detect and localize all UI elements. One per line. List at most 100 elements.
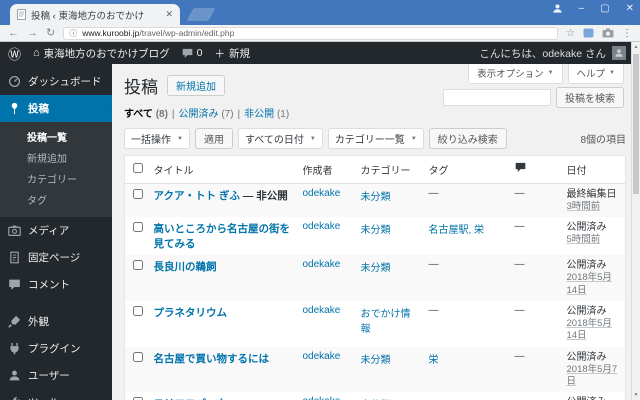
post-title-link[interactable]: アクア・トト ぎふ [154, 190, 240, 202]
author-link[interactable]: odekake [303, 351, 341, 362]
adminbar-comments-link[interactable]: 0 [182, 47, 203, 59]
author-link[interactable]: odekake [303, 305, 341, 316]
column-header-title[interactable]: タイトル [148, 155, 298, 184]
column-header-date[interactable]: 日付 [561, 155, 626, 184]
row-checkbox[interactable] [133, 260, 143, 271]
browser-menu-icon[interactable]: ⋮ [622, 28, 632, 39]
post-title-cell: 名古屋で買い物するには [149, 347, 298, 393]
media-camera-icon [8, 225, 21, 236]
category-link[interactable]: 未分類 [361, 355, 391, 366]
pushpin-icon [11, 102, 18, 115]
adminbar-new-link[interactable]: ＋ 新規 [215, 46, 251, 61]
back-icon[interactable]: ← [8, 27, 19, 39]
category-link[interactable]: 未分類 [361, 263, 391, 274]
forward-icon[interactable]: → [27, 27, 38, 39]
window-minimize-button[interactable]: – [579, 3, 585, 14]
wp-logo-icon[interactable]: Ⓦ [8, 44, 21, 63]
post-title-link[interactable]: 長良川の鵜飼 [154, 261, 217, 273]
view-published-link[interactable]: 公開済み (7) [179, 109, 234, 120]
author-cell: odekake [298, 347, 356, 393]
plugins-icon [10, 342, 19, 355]
row-checkbox[interactable] [133, 306, 143, 317]
date-cell: 公開済み 5時間前 [562, 217, 626, 255]
new-tab-button[interactable] [186, 8, 216, 21]
view-private-link[interactable]: 非公開 (1) [244, 109, 289, 120]
scroll-up-icon[interactable]: ▲ [632, 44, 640, 50]
sidebar-item-dashboard[interactable]: ダッシュボード [0, 68, 112, 95]
post-title-link[interactable]: 高いところから名古屋の街を見てみる [154, 223, 291, 250]
window-close-button[interactable]: ✕ [626, 3, 634, 14]
column-header-tags: タグ [423, 155, 510, 184]
sidebar-item-users[interactable]: ユーザー [0, 362, 112, 389]
address-bar[interactable]: ⓘ www.kuroobi.jp/travel/wp-admin/edit.ph… [63, 26, 559, 40]
sidebar-item-pages[interactable]: 固定ページ [0, 244, 112, 271]
search-input[interactable] [443, 89, 551, 106]
post-title-cell: プラネタリウム [149, 301, 298, 347]
search-posts-button[interactable]: 投稿を検索 [556, 87, 624, 108]
site-name-link[interactable]: ⌂ 東海地方のおでかけブログ [33, 46, 170, 61]
row-checkbox[interactable] [133, 351, 143, 362]
comments-cell: — [510, 347, 562, 393]
category-filter-select[interactable]: カテゴリー一覧 ▼ [327, 128, 424, 149]
scrollbar-thumb[interactable] [633, 54, 639, 194]
author-link[interactable]: odekake [303, 188, 341, 199]
filter-button[interactable]: 絞り込み検索 [428, 128, 507, 149]
extension-icon[interactable] [583, 28, 594, 38]
pages-icon [10, 251, 19, 264]
howdy-greeting[interactable]: こんにちは、odekake さん [479, 46, 606, 61]
author-cell: odekake [298, 301, 356, 347]
submenu-add-new[interactable]: 新規追加 [0, 147, 112, 168]
submenu-all-posts[interactable]: 投稿一覧 [0, 126, 112, 147]
select-all-checkbox[interactable] [133, 163, 143, 173]
browser-profile-icon[interactable] [552, 3, 563, 14]
category-link[interactable]: おでかけ情報 [361, 309, 411, 335]
sidebar-item-comments[interactable]: コメント [0, 271, 112, 298]
row-checkbox[interactable] [133, 222, 143, 233]
submenu-tags[interactable]: タグ [0, 189, 112, 210]
author-link[interactable]: odekake [303, 396, 341, 400]
bulk-actions-select[interactable]: 一括操作 ▼ [124, 128, 190, 149]
date-status: 公開済み [566, 222, 607, 234]
tag-link[interactable]: 名古屋駅, 栄 [429, 225, 485, 236]
tags-cell: — [424, 392, 510, 400]
screen-options-toggle[interactable]: 表示オプション ▼ [468, 64, 563, 84]
submenu-categories[interactable]: カテゴリー [0, 168, 112, 189]
add-new-button[interactable]: 新規追加 [167, 75, 225, 96]
row-checkbox[interactable] [133, 189, 143, 199]
scroll-down-icon[interactable]: ▼ [632, 392, 640, 398]
page-info-icon[interactable]: ⓘ [69, 28, 77, 39]
category-cell: 未分類 [356, 184, 424, 218]
sidebar-item-plugins[interactable]: プラグイン [0, 335, 112, 362]
bookmark-star-icon[interactable]: ☆ [566, 28, 575, 39]
sidebar-item-posts[interactable]: 投稿 [0, 95, 112, 122]
date-filter-select[interactable]: すべての日付 ▼ [237, 128, 323, 149]
category-link[interactable]: 未分類 [361, 192, 391, 203]
tab-close-icon[interactable]: ✕ [165, 9, 173, 20]
comments-icon [9, 279, 20, 290]
view-all-link[interactable]: すべて (8) [124, 109, 168, 120]
window-maximize-button[interactable]: ▢ [600, 3, 609, 14]
table-row: 高いところから名古屋の街を見てみる odekake 未分類 名古屋駅, 栄 — 公開済み 5… [125, 217, 626, 255]
browser-tab[interactable]: 投稿 ‹ 東海地方のおでかけ ✕ [10, 4, 180, 25]
category-link[interactable]: 未分類 [361, 225, 391, 236]
category-cell: おでかけ情報 [356, 301, 424, 347]
no-tags-dash: — [428, 188, 439, 199]
camera-extension-icon[interactable] [602, 28, 614, 38]
sidebar-item-media[interactable]: メディア [0, 217, 112, 244]
sidebar-item-appearance[interactable]: 外観 [0, 308, 112, 335]
avatar[interactable] [612, 46, 626, 60]
sidebar-item-tools[interactable]: ツール [0, 389, 112, 400]
help-toggle[interactable]: ヘルプ ▼ [567, 64, 624, 84]
refresh-icon[interactable]: ↻ [46, 27, 55, 39]
appearance-brush-icon [8, 315, 21, 328]
author-link[interactable]: odekake [303, 259, 341, 270]
apply-button[interactable]: 適用 [194, 128, 233, 149]
post-title-link[interactable]: プラネタリウム [154, 307, 228, 319]
vertical-scrollbar[interactable]: ▲ ▼ [631, 42, 640, 400]
post-title-link[interactable]: 名古屋で買い物するには [154, 353, 270, 365]
tag-link[interactable]: 栄 [429, 355, 439, 366]
comment-bubble-icon [182, 48, 192, 58]
comments-cell: — [510, 184, 562, 218]
author-link[interactable]: odekake [303, 221, 341, 232]
table-row: 長良川の鵜飼 odekake 未分類 — — 公開済み 2018年5月14日 [124, 255, 626, 302]
